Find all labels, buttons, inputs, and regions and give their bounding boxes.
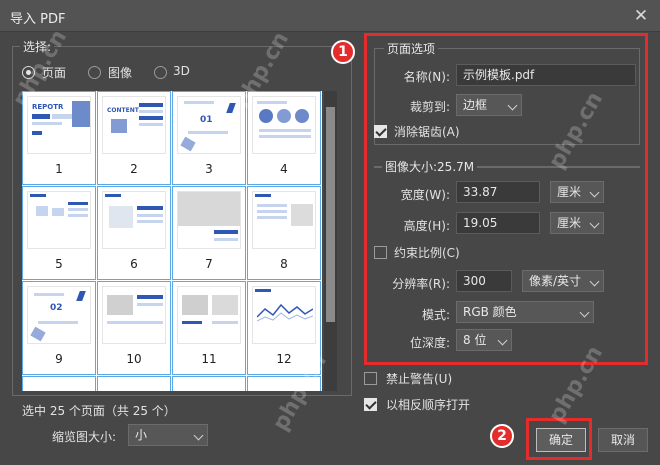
page-number: 4 [280, 162, 288, 176]
page-thumbnail[interactable] [172, 376, 246, 391]
title-bar [0, 0, 660, 32]
height-unit-select[interactable]: 厘米 [550, 212, 604, 234]
slide-preview [252, 286, 316, 344]
cancel-button[interactable]: 取消 [598, 428, 648, 452]
page-thumbnail[interactable]: 11 [172, 281, 246, 375]
page-thumbnail[interactable]: 02 9 [22, 281, 96, 375]
radio-images[interactable] [88, 66, 101, 79]
suppress-warnings-checkbox[interactable] [364, 372, 377, 385]
resolution-label: 分辨率(R): [392, 277, 450, 291]
suppress-warnings-label: 禁止警告(U) [386, 372, 453, 386]
chevron-down-icon [497, 335, 508, 346]
slide-preview: 01 [177, 96, 241, 154]
constrain-checkbox[interactable] [374, 246, 387, 259]
width-label: 宽度(W): [400, 188, 450, 202]
chevron-down-icon [589, 218, 600, 229]
crop-value: 边框 [463, 98, 488, 112]
mode-label: 模式: [421, 308, 450, 322]
page-number: 1 [55, 162, 63, 176]
slide-preview: REPOTR [27, 96, 91, 154]
slide-heading: REPOTR [32, 103, 64, 111]
slide-preview [27, 191, 91, 249]
resolution-input[interactable]: 300 [456, 270, 512, 292]
slide-preview [102, 286, 166, 344]
page-number: 3 [205, 162, 213, 176]
height-input[interactable]: 19.05 [456, 212, 540, 234]
page-number: 6 [130, 257, 138, 271]
thumbnail-scrollbar[interactable] [324, 91, 337, 391]
page-number: 2 [130, 162, 138, 176]
thumb-size-value: 小 [135, 428, 148, 442]
slide-preview [252, 96, 316, 154]
slide-heading: 01 [200, 115, 213, 125]
radio-3d[interactable] [154, 66, 167, 79]
radio-3d-label: 3D [173, 64, 190, 78]
page-number: 11 [201, 352, 217, 366]
antialias-checkbox[interactable] [374, 125, 387, 138]
width-unit-value: 厘米 [557, 185, 582, 199]
slide-preview [102, 191, 166, 249]
annotation-badge-2: 2 [490, 424, 514, 448]
width-unit-select[interactable]: 厘米 [550, 181, 604, 203]
chevron-down-icon [589, 187, 600, 198]
scrollbar-thumb[interactable] [326, 107, 335, 322]
mode-select[interactable]: RGB 颜色 [456, 301, 594, 323]
page-thumbnail[interactable]: 10 [97, 281, 171, 375]
page-thumbnail[interactable]: CONTENT 2 [97, 91, 171, 185]
selection-status: 选中 25 个页面（共 25 个） [22, 404, 176, 418]
radio-images-label: 图像 [108, 66, 133, 80]
page-thumbnail[interactable]: 6 [97, 186, 171, 280]
slide-preview [177, 286, 241, 344]
page-thumbnail[interactable]: 4 [247, 91, 321, 185]
page-thumbnail[interactable]: 5 [22, 186, 96, 280]
antialias-label: 消除锯齿(A) [394, 125, 460, 139]
resolution-unit-select[interactable]: 像素/英寸 [522, 270, 604, 292]
slide-heading: CONTENT [107, 107, 139, 114]
depth-select[interactable]: 8 位 [456, 329, 512, 351]
chevron-down-icon [507, 100, 518, 111]
depth-label: 位深度: [409, 336, 450, 350]
page-thumbnail[interactable]: 7 [172, 186, 246, 280]
slide-preview [177, 191, 241, 249]
page-number: 9 [55, 352, 63, 366]
annotation-badge-1: 1 [331, 40, 355, 64]
chevron-down-icon [589, 276, 600, 287]
page-thumbnail[interactable] [97, 376, 171, 391]
slide-heading: 02 [50, 303, 63, 313]
chevron-down-icon [579, 307, 590, 318]
resolution-unit-value: 像素/英寸 [529, 274, 582, 288]
thumbnail-grid[interactable]: REPOTR 1 CONTENT 2 01 3 4 5 6 7 8 02 9 1… [22, 91, 322, 391]
thumb-size-select[interactable]: 小 [128, 424, 208, 446]
name-label: 名称(N): [403, 70, 450, 84]
page-thumbnail[interactable] [22, 376, 96, 391]
depth-value: 8 位 [463, 333, 487, 347]
reverse-order-checkbox[interactable] [364, 398, 377, 411]
reverse-order-label: 以相反顺序打开 [386, 398, 471, 412]
constrain-label: 约束比例(C) [394, 246, 460, 260]
crop-select[interactable]: 边框 [456, 94, 522, 116]
chart-line-icon [257, 303, 313, 322]
page-options-legend: 页面选项 [384, 40, 439, 57]
thumb-size-label: 缩览图大小: [52, 430, 117, 444]
dialog-title: 导入 PDF [10, 12, 66, 27]
crop-label: 裁剪到: [409, 100, 450, 114]
ok-button[interactable]: 确定 [536, 428, 586, 452]
height-unit-value: 厘米 [557, 216, 582, 230]
chevron-down-icon [193, 430, 204, 441]
close-icon[interactable]: ✕ [630, 5, 652, 27]
image-size-legend: 图像大小:25.7M [382, 158, 478, 175]
page-thumbnail[interactable]: 01 3 [172, 91, 246, 185]
page-number: 10 [126, 352, 142, 366]
page-number: 8 [280, 257, 288, 271]
mode-value: RGB 颜色 [463, 305, 517, 319]
page-thumbnail[interactable]: 8 [247, 186, 321, 280]
slide-preview [252, 191, 316, 249]
page-number: 5 [55, 257, 63, 271]
slide-preview: 02 [27, 286, 91, 344]
height-label: 高度(H): [403, 219, 450, 233]
page-number: 7 [205, 257, 213, 271]
name-input[interactable]: 示例模板.pdf [456, 64, 636, 86]
slide-preview: CONTENT [102, 96, 166, 154]
width-input[interactable]: 33.87 [456, 181, 540, 203]
